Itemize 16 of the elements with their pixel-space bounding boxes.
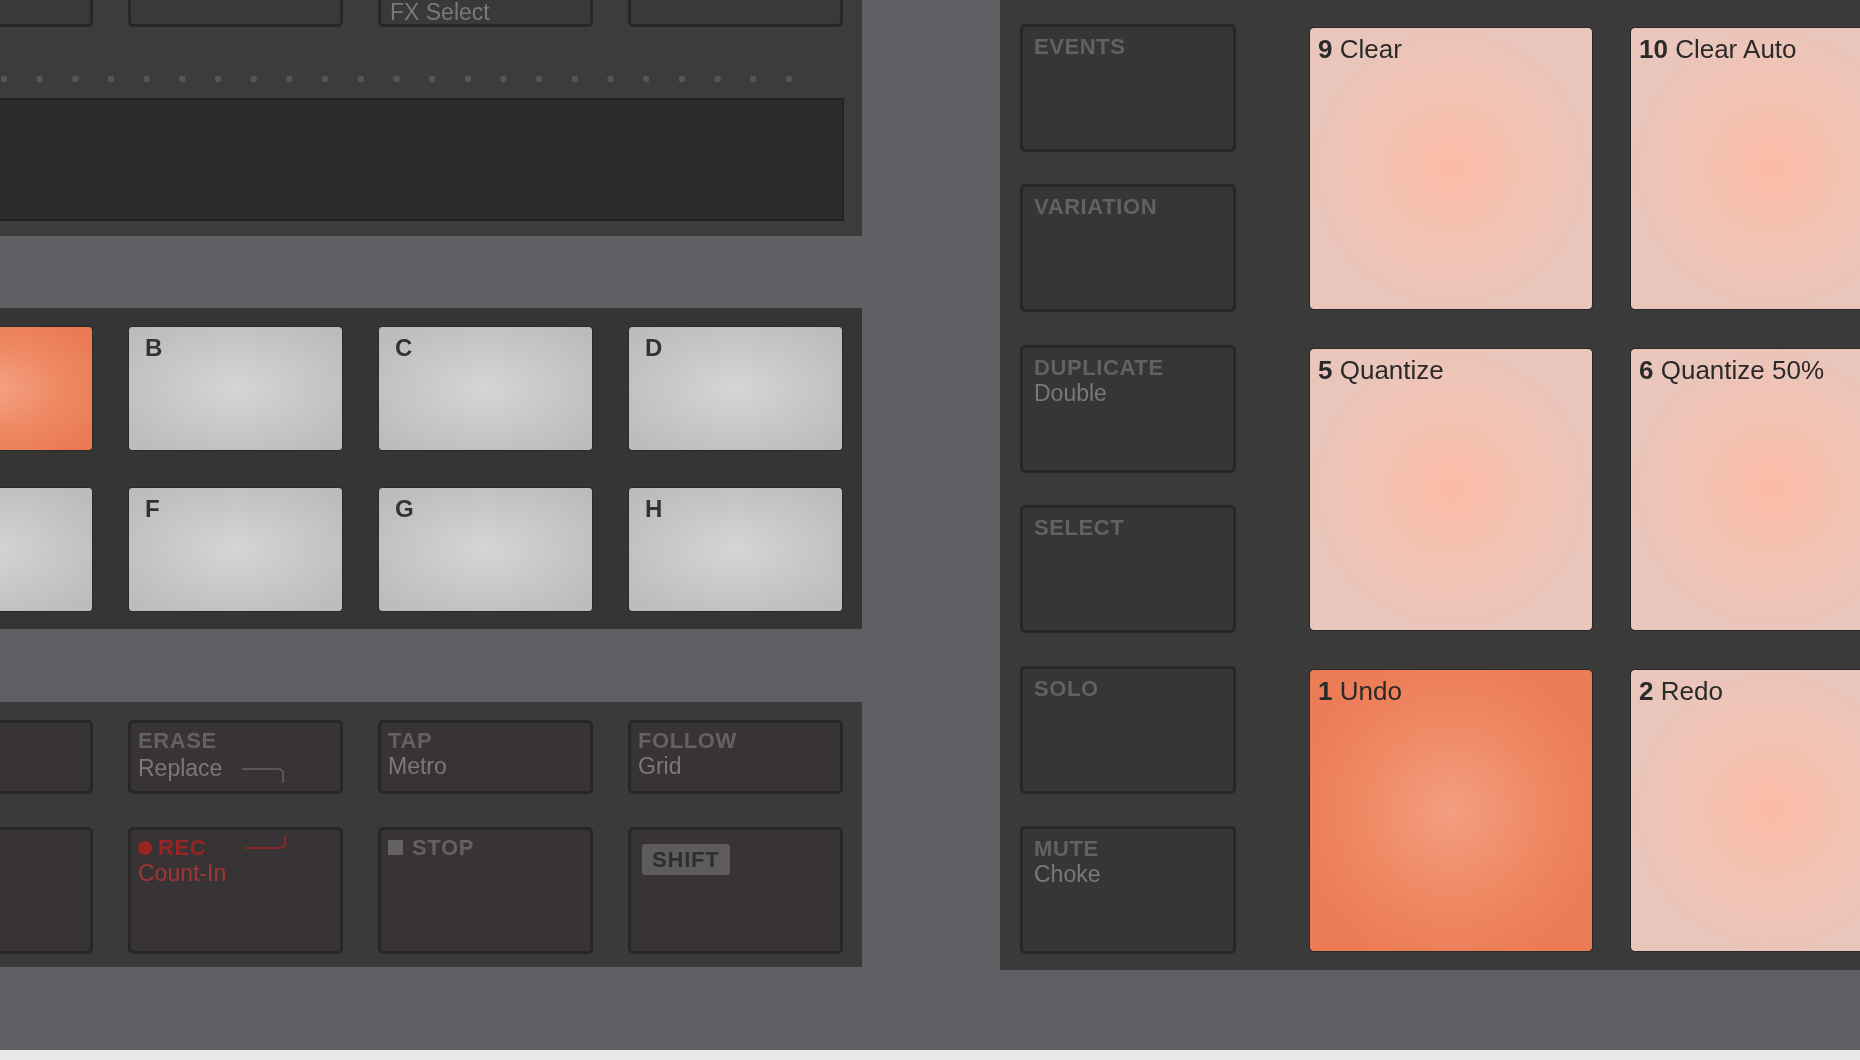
group-pad[interactable]: D (628, 326, 843, 451)
pad[interactable]: 6 Quantize 50% (1630, 348, 1860, 631)
record-button[interactable]: REC Count-In (128, 827, 343, 954)
group-pad[interactable]: F (128, 487, 343, 612)
pad[interactable]: 9 Clear (1309, 27, 1593, 310)
pad[interactable]: 10 Clear Auto (1630, 27, 1860, 310)
pad[interactable]: 2 Redo (1630, 669, 1860, 952)
pad[interactable]: 5 Quantize (1309, 348, 1593, 631)
stop-icon (388, 840, 403, 855)
group-pad[interactable]: G (378, 487, 593, 612)
group-pad[interactable]: C (378, 326, 593, 451)
function-button[interactable]: FX Select (378, 0, 593, 27)
group-pad[interactable]: B (128, 326, 343, 451)
pad[interactable]: 1 Undo (1309, 669, 1593, 952)
record-icon (138, 840, 152, 855)
group-pad[interactable]: H (628, 487, 843, 612)
